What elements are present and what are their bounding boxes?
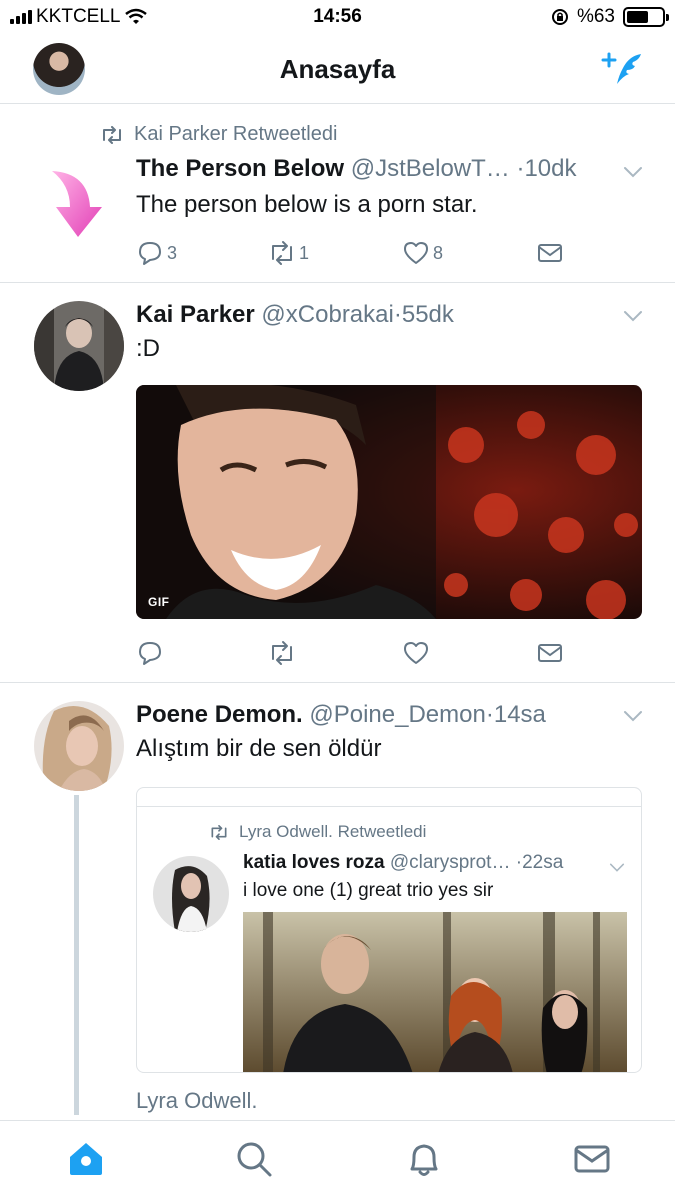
- author-name[interactable]: Kai Parker: [136, 301, 255, 328]
- thread-line: [74, 795, 79, 1115]
- pink-arrow-avatar[interactable]: [44, 167, 108, 241]
- quoted-screenshot[interactable]: Lyra Odwell. Retweetledi katia loves roz…: [136, 787, 642, 1073]
- tweet-time: 10dk: [524, 155, 577, 182]
- messages-icon[interactable]: [572, 1139, 612, 1179]
- tweet-actions: [136, 639, 566, 667]
- envelope-icon: [538, 244, 562, 262]
- retweeted-by-text: Kai Parker Retweetledi: [134, 123, 338, 145]
- tweet-card[interactable]: Kai Parker @xCobrakai·55dk :D GIF: [0, 283, 675, 683]
- chevron-down-icon[interactable]: [623, 309, 643, 323]
- quoted-author-handle: @clarysprot…: [389, 852, 511, 873]
- top-nav: Anasayfa: [0, 34, 675, 104]
- chevron-down-icon[interactable]: [623, 165, 643, 179]
- retweet-context: Kai Parker Retweetledi: [100, 123, 337, 146]
- retweet-button[interactable]: [268, 639, 296, 667]
- avatar-photo: [34, 301, 124, 391]
- notifications-icon[interactable]: [404, 1139, 444, 1179]
- retweet-button[interactable]: 1: [268, 239, 309, 267]
- retweet-icon: [272, 641, 292, 665]
- quoted-footer-text: Lyra Odwell.: [136, 1088, 258, 1113]
- bottom-tab-bar: [0, 1120, 675, 1200]
- dm-share-button[interactable]: [536, 239, 564, 267]
- like-button[interactable]: [402, 639, 430, 667]
- reply-count: 3: [167, 242, 178, 263]
- quoted-tweet-header: katia loves roza @clarysprot… ·22sa: [243, 852, 563, 874]
- tweet-card[interactable]: Poene Demon. @Poine_Demon·14sa Alıştım b…: [0, 683, 675, 1120]
- status-bar: KKTCELL 14:56 %63: [0, 0, 675, 34]
- tweet-text: :D: [136, 335, 160, 362]
- author-avatar[interactable]: [34, 701, 124, 791]
- tweet-text: The person below is a porn star.: [136, 191, 478, 218]
- quoted-author-avatar: [153, 856, 229, 932]
- reply-icon: [139, 242, 161, 265]
- retweet-small-icon: [211, 824, 227, 840]
- avatar-photo: [34, 701, 124, 791]
- tweet-time: 55dk: [401, 301, 454, 328]
- reply-button[interactable]: 3: [136, 239, 177, 267]
- chevron-down-icon[interactable]: [623, 709, 643, 723]
- compose-tweet-icon[interactable]: [601, 48, 645, 88]
- quoted-retweeted-by: Lyra Odwell. Retweetledi: [239, 822, 427, 841]
- author-avatar[interactable]: [34, 301, 124, 391]
- gif-badge: GIF: [148, 595, 170, 609]
- tweet-header: The Person Below @JstBelowT… ·10dk: [136, 155, 655, 183]
- heart-icon: [404, 642, 428, 664]
- gif-media[interactable]: GIF: [136, 385, 642, 619]
- home-icon[interactable]: [66, 1139, 106, 1179]
- status-right: %63: [551, 6, 669, 28]
- tweet-text: Alıştım bir de sen öldür: [136, 735, 382, 762]
- tweet-header: Kai Parker @xCobrakai·55dk: [136, 301, 655, 329]
- tweet-card[interactable]: Kai Parker Retweetledi The Person Below …: [0, 105, 675, 283]
- author-name[interactable]: Poene Demon.: [136, 701, 303, 728]
- page-title: Anasayfa: [279, 54, 396, 84]
- search-icon[interactable]: [234, 1139, 274, 1179]
- quoted-retweet-context: Lyra Odwell. Retweetledi: [209, 822, 426, 842]
- avatar-photo: [153, 856, 229, 932]
- tweet-header: Poene Demon. @Poine_Demon·14sa: [136, 701, 655, 729]
- author-handle[interactable]: @JstBelowT…: [351, 155, 510, 182]
- retweet-small-icon: [103, 125, 121, 144]
- chevron-down-icon: [609, 863, 625, 872]
- author-handle[interactable]: @xCobrakai: [261, 301, 393, 328]
- envelope-icon: [538, 644, 562, 662]
- like-count: 8: [433, 242, 444, 263]
- like-button[interactable]: 8: [402, 239, 443, 267]
- reply-button[interactable]: [136, 639, 164, 667]
- quoted-tweet-text: i love one (1) great trio yes sir: [243, 880, 494, 901]
- trio-photo: [243, 912, 627, 1072]
- dm-share-button[interactable]: [536, 639, 564, 667]
- quoted-author-name: katia loves roza: [243, 852, 385, 873]
- tweet-actions: 3 1 8: [136, 239, 566, 267]
- orientation-lock-icon: [551, 9, 568, 25]
- battery-percent: %63: [576, 6, 615, 27]
- author-name[interactable]: The Person Below: [136, 155, 344, 182]
- retweet-icon: [272, 241, 292, 265]
- battery-icon: [623, 7, 669, 27]
- gif-frame: [136, 385, 642, 619]
- battery-fill: [627, 11, 649, 23]
- separator-dot: ·: [485, 701, 494, 728]
- heart-icon: [404, 242, 428, 264]
- quoted-photo: [243, 912, 627, 1072]
- quoted-tweet-time: 22sa: [522, 852, 564, 873]
- author-handle[interactable]: @Poine_Demon: [309, 701, 485, 728]
- divider: [137, 806, 641, 807]
- separator-dot: ·: [393, 301, 402, 328]
- retweet-count: 1: [299, 242, 310, 263]
- reply-icon: [139, 642, 161, 665]
- tweet-time: 14sa: [493, 701, 546, 728]
